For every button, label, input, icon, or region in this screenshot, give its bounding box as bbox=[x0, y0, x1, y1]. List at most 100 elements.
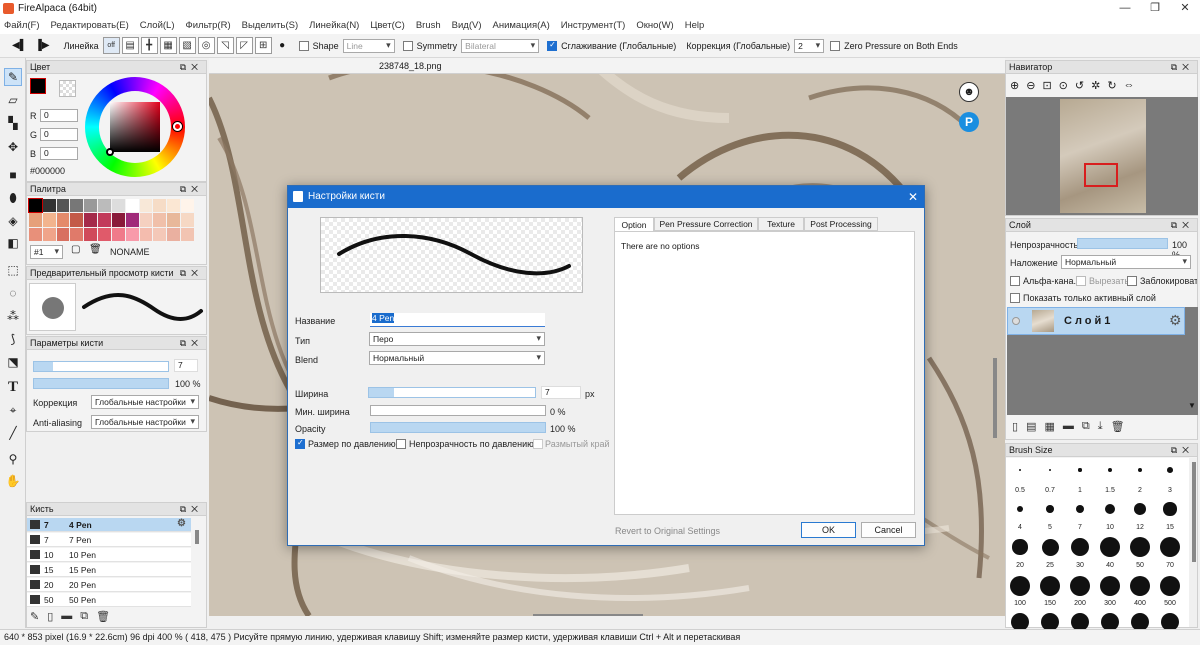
ruler-vanish-icon[interactable]: ◸ bbox=[235, 37, 253, 54]
brush-size-dot-icon[interactable] bbox=[1070, 576, 1090, 596]
menu-select[interactable]: Выделить(S) bbox=[242, 20, 299, 31]
menu-edit[interactable]: Редактировать(E) bbox=[51, 20, 129, 31]
brush-list-item[interactable]: 50 50 Pen bbox=[27, 593, 191, 607]
new-1bit-layer-icon[interactable]: ▦ bbox=[1044, 420, 1054, 434]
actual-size-icon[interactable]: ⊙ bbox=[1059, 79, 1068, 95]
operation-tool-icon[interactable]: ⌖ bbox=[4, 401, 22, 419]
brush-list-scrollbar[interactable] bbox=[195, 530, 199, 544]
brush-size-dot-icon[interactable] bbox=[1041, 538, 1059, 556]
layer-opacity-slider[interactable] bbox=[1077, 238, 1168, 249]
minimize-button[interactable]: — bbox=[1110, 1, 1140, 16]
brush-aa-select[interactable]: Глобальные настройки bbox=[91, 415, 199, 429]
menu-view[interactable]: Вид(V) bbox=[452, 20, 482, 31]
dialog-opacity-slider[interactable] bbox=[370, 422, 546, 433]
ruler-curve-icon[interactable]: ◹ bbox=[216, 37, 234, 54]
brush-add-icon[interactable]: ✎ bbox=[30, 610, 39, 626]
tab-post-processing[interactable]: Post Processing bbox=[804, 217, 878, 231]
show-active-checkbox[interactable] bbox=[1010, 293, 1020, 303]
g-input[interactable]: 0 bbox=[40, 128, 78, 141]
brush-size-dot-icon[interactable] bbox=[1130, 576, 1150, 596]
panel-controls-icon[interactable]: ⧉✕ bbox=[1171, 61, 1194, 74]
layer-row[interactable]: Слой1 ⚙ bbox=[1007, 307, 1185, 335]
brush-delete-icon[interactable]: 🗑 bbox=[96, 610, 110, 626]
r-input[interactable]: 0 bbox=[40, 109, 78, 122]
brush-folder-icon[interactable]: ▬ bbox=[61, 610, 72, 626]
primary-color-swatch[interactable] bbox=[30, 78, 46, 94]
brush-list-item[interactable]: 20 20 Pen bbox=[27, 578, 191, 592]
new-8bit-layer-icon[interactable]: ▤ bbox=[1026, 420, 1036, 434]
brush-size-dot-icon[interactable] bbox=[1100, 537, 1120, 557]
canvas-file-tab[interactable]: 238748_18.png bbox=[379, 61, 442, 71]
ruler-grid-icon[interactable]: ▦ bbox=[159, 37, 177, 54]
zero-pressure-checkbox[interactable] bbox=[830, 40, 841, 51]
brush-list-item[interactable]: 15 15 Pen bbox=[27, 563, 191, 577]
rotate-left-icon[interactable]: ↺ bbox=[1075, 79, 1084, 95]
brush-size-dot-icon[interactable] bbox=[1100, 576, 1120, 596]
lasso-tool-icon[interactable]: ◌ bbox=[4, 284, 22, 302]
brush-size-slider[interactable] bbox=[33, 361, 169, 372]
ruler-cross-icon[interactable]: ╋ bbox=[140, 37, 158, 54]
menu-file[interactable]: Файл(F) bbox=[4, 20, 40, 31]
canvas-h-scrollbar[interactable] bbox=[533, 614, 643, 616]
ruler-off-button[interactable]: off bbox=[102, 37, 120, 54]
dialog-close-icon[interactable]: ✕ bbox=[908, 186, 918, 208]
lock-checkbox[interactable] bbox=[1127, 276, 1137, 286]
rectangle-fill-icon[interactable]: ■ bbox=[4, 166, 22, 184]
mascot-icon[interactable]: ☻ bbox=[959, 82, 979, 102]
zoom-in-icon[interactable]: ⊕ bbox=[1010, 79, 1019, 95]
rotate-reset-icon[interactable]: ✲ bbox=[1091, 79, 1100, 95]
select-tool-icon[interactable]: ⬚ bbox=[4, 261, 22, 279]
brush-size-dot-icon[interactable] bbox=[1134, 503, 1146, 515]
panel-controls-icon[interactable]: ⧉✕ bbox=[180, 267, 203, 280]
palette-new-icon[interactable]: ▢ bbox=[71, 244, 80, 255]
ruler-concentric-icon[interactable]: ◎ bbox=[197, 37, 215, 54]
brush-size-dot-icon[interactable] bbox=[1040, 576, 1060, 596]
hue-picker-handle[interactable] bbox=[173, 122, 182, 131]
layer-blend-select[interactable]: Нормальный bbox=[1061, 255, 1191, 269]
alpha-lock-checkbox[interactable] bbox=[1010, 276, 1020, 286]
brush-size-input[interactable]: 7 bbox=[174, 359, 198, 372]
brush-size-dot-icon[interactable] bbox=[1012, 539, 1028, 555]
brush-settings-gear-icon[interactable]: ⚙ bbox=[177, 518, 186, 529]
flip-icon[interactable]: ⇔ bbox=[1124, 79, 1135, 95]
tab-texture[interactable]: Texture bbox=[758, 217, 804, 231]
bucket-tool-icon[interactable]: ◈ bbox=[4, 212, 22, 230]
new-layer-icon[interactable]: ▯ bbox=[1012, 420, 1018, 434]
layer-scroll-down-icon[interactable]: ▼ bbox=[1188, 401, 1196, 410]
menu-animation[interactable]: Анимация(A) bbox=[493, 20, 550, 31]
palette-delete-icon[interactable]: 🗑 bbox=[89, 244, 102, 255]
layer-folder-icon[interactable]: ▬ bbox=[1063, 420, 1074, 434]
brush-size-dot-icon[interactable] bbox=[1130, 537, 1150, 557]
ruler-radial-icon[interactable]: ⊞ bbox=[254, 37, 272, 54]
gradient-tool-icon[interactable]: ◧ bbox=[4, 234, 22, 252]
zoom-out-icon[interactable]: ⊖ bbox=[1026, 79, 1035, 95]
brush-opacity-slider[interactable] bbox=[33, 378, 169, 389]
panel-controls-icon[interactable]: ⧉✕ bbox=[180, 183, 203, 196]
sv-picker-handle[interactable] bbox=[106, 148, 114, 156]
shape-select[interactable]: Line bbox=[342, 38, 395, 53]
undo-icon[interactable]: ◀▌ bbox=[12, 40, 27, 51]
menu-filter[interactable]: Фильтр(R) bbox=[186, 20, 231, 31]
brush-size-dot-icon[interactable] bbox=[1160, 576, 1180, 596]
menu-window[interactable]: Окно(W) bbox=[636, 20, 673, 31]
brush-size-dot-icon[interactable] bbox=[1160, 537, 1180, 557]
dialog-width-slider[interactable] bbox=[368, 387, 536, 398]
brush-list-item[interactable]: 7 7 Pen bbox=[27, 533, 191, 547]
menu-color[interactable]: Цвет(C) bbox=[370, 20, 404, 31]
dialog-blend-select[interactable]: Нормальный bbox=[369, 351, 545, 365]
correction-select[interactable]: 2 bbox=[794, 38, 825, 53]
pen-tool-icon[interactable]: ✎ bbox=[4, 68, 22, 86]
cancel-button[interactable]: Cancel bbox=[861, 522, 916, 538]
saturation-square[interactable] bbox=[110, 102, 160, 152]
duplicate-layer-icon[interactable]: ⧉ bbox=[1082, 420, 1090, 434]
dialog-width-input[interactable]: 7 bbox=[541, 386, 581, 399]
transparent-color-swatch[interactable] bbox=[59, 80, 76, 97]
ruler-parallel-icon[interactable]: ▤ bbox=[121, 37, 139, 54]
revert-button[interactable]: Revert to Original Settings bbox=[615, 526, 720, 536]
b-input[interactable]: 0 bbox=[40, 147, 78, 160]
palette-swatches[interactable] bbox=[28, 197, 194, 241]
tab-option[interactable]: Option bbox=[614, 217, 654, 232]
blur-edge-checkbox[interactable] bbox=[533, 439, 543, 449]
menu-help[interactable]: Help bbox=[685, 20, 705, 31]
size-pressure-checkbox[interactable] bbox=[295, 438, 305, 449]
